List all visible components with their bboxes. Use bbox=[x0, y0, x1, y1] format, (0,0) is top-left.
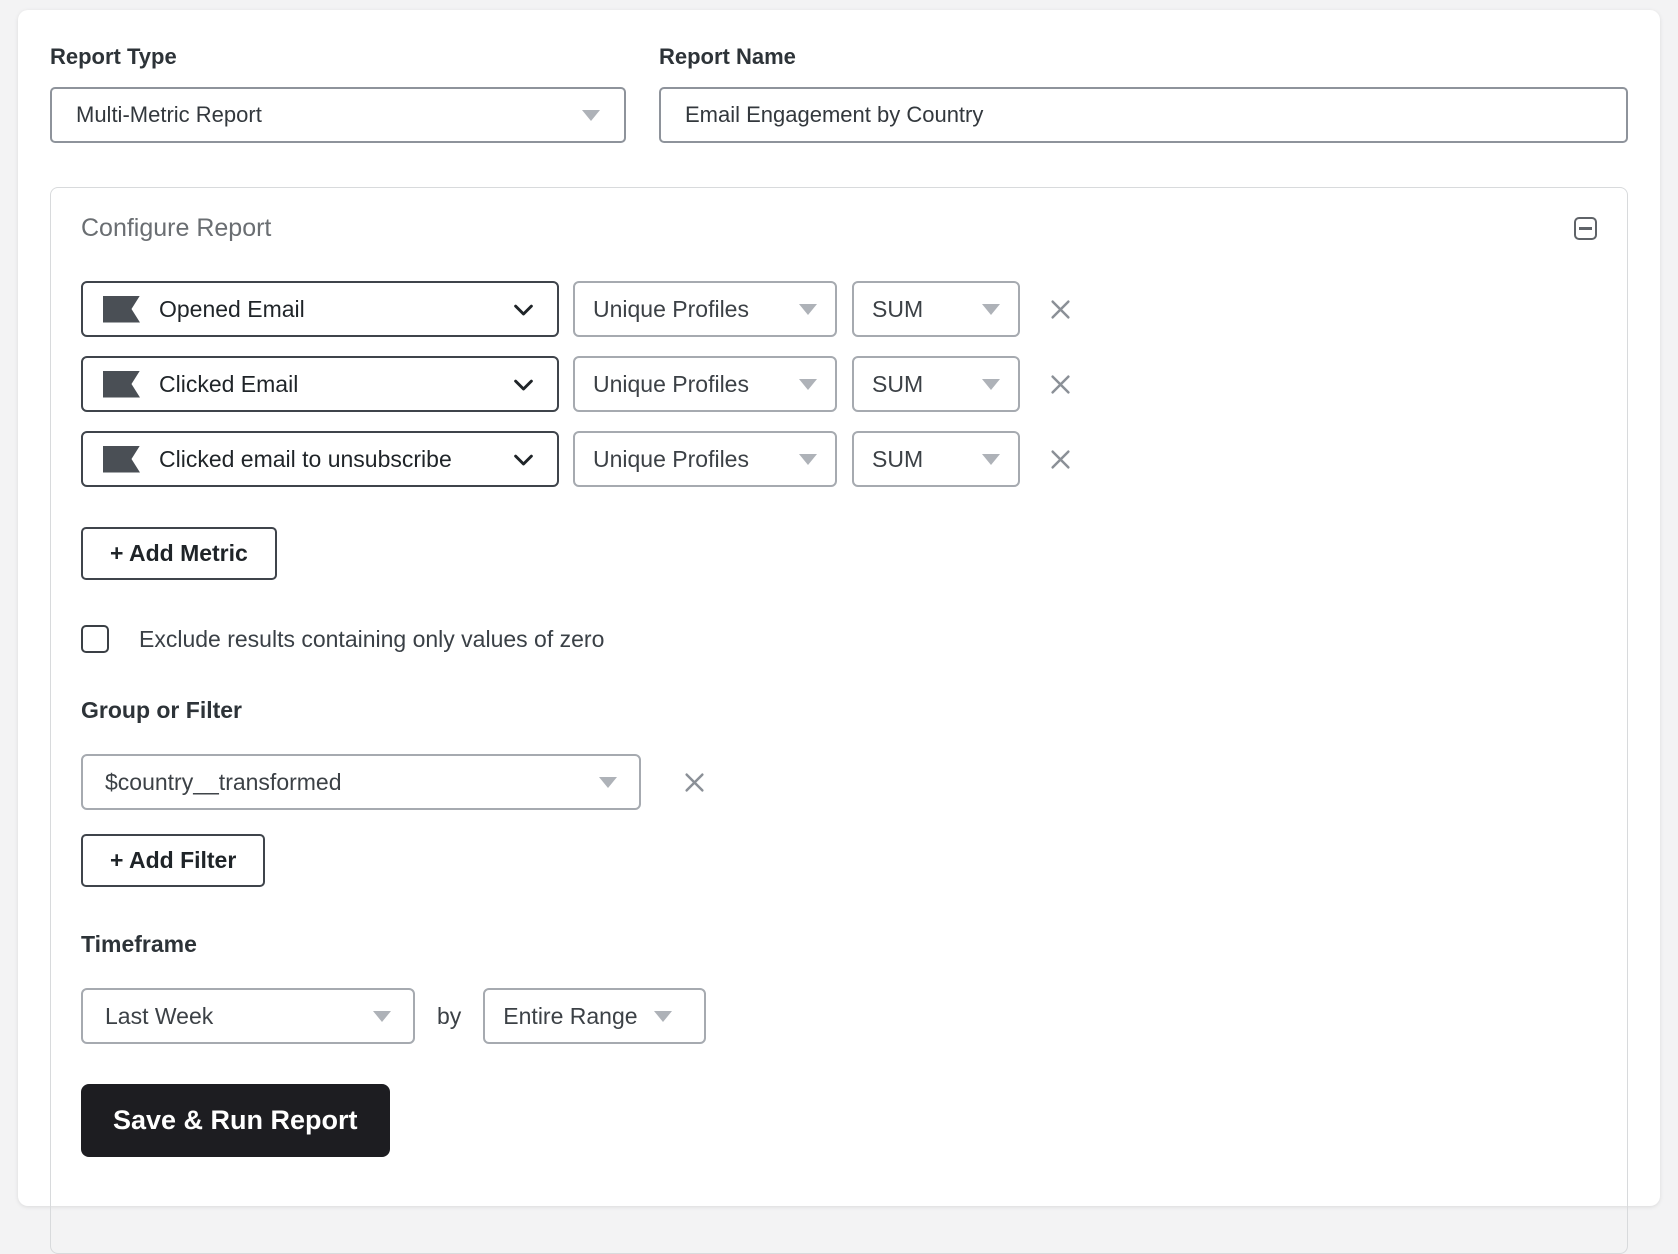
caret-down-icon bbox=[799, 378, 817, 390]
configure-header: Configure Report bbox=[81, 214, 1597, 243]
measurement-value: Unique Profiles bbox=[593, 295, 749, 322]
chevron-down-icon bbox=[514, 379, 533, 390]
caret-down-icon bbox=[582, 109, 600, 121]
timeframe-label: Timeframe bbox=[81, 931, 197, 957]
metric-select[interactable]: Opened Email bbox=[81, 281, 559, 337]
report-builder-card: Report Type Multi-Metric Report Report N… bbox=[18, 10, 1660, 1254]
metric-flag-icon bbox=[103, 370, 140, 398]
aggregation-select[interactable]: SUM bbox=[852, 431, 1020, 487]
caret-down-icon bbox=[799, 303, 817, 315]
caret-down-icon bbox=[373, 1010, 391, 1022]
save-run-report-button[interactable]: Save & Run Report bbox=[81, 1084, 390, 1157]
configure-report-section: Configure Report Opened Email Unique Pro… bbox=[50, 187, 1628, 1254]
timeframe-range-select[interactable]: Last Week bbox=[81, 988, 415, 1044]
remove-filter-icon[interactable] bbox=[681, 769, 708, 796]
collapse-section-icon[interactable] bbox=[1574, 217, 1597, 240]
caret-down-icon bbox=[599, 776, 617, 788]
aggregation-select[interactable]: SUM bbox=[852, 356, 1020, 412]
exclude-zero-row: Exclude results containing only values o… bbox=[81, 625, 1597, 653]
report-name-field: Report Name bbox=[659, 44, 1628, 143]
remove-metric-icon[interactable] bbox=[1047, 371, 1074, 398]
aggregation-value: SUM bbox=[872, 295, 924, 322]
aggregation-select[interactable]: SUM bbox=[852, 281, 1020, 337]
report-name-label: Report Name bbox=[659, 44, 796, 69]
group-or-filter-label: Group or Filter bbox=[81, 697, 242, 723]
report-type-field: Report Type Multi-Metric Report bbox=[50, 44, 626, 143]
caret-down-icon bbox=[982, 303, 1000, 315]
metric-flag-icon bbox=[103, 445, 140, 473]
chevron-down-icon bbox=[514, 304, 533, 315]
group-filter-select[interactable]: $country__transformed bbox=[81, 754, 641, 810]
metric-name: Clicked email to unsubscribe bbox=[159, 445, 452, 472]
aggregation-value: SUM bbox=[872, 370, 924, 397]
metric-list: Opened Email Unique Profiles SUM Clicked bbox=[81, 281, 1597, 487]
timeframe-granularity-value: Entire Range bbox=[503, 1002, 638, 1029]
report-type-value: Multi-Metric Report bbox=[76, 102, 262, 127]
report-type-select[interactable]: Multi-Metric Report bbox=[50, 87, 626, 143]
add-filter-button[interactable]: + Add Filter bbox=[81, 834, 266, 887]
report-name-input[interactable] bbox=[659, 87, 1628, 143]
metric-select[interactable]: Clicked Email bbox=[81, 356, 559, 412]
measurement-select[interactable]: Unique Profiles bbox=[573, 356, 837, 412]
metric-flag-icon bbox=[103, 295, 140, 323]
remove-metric-icon[interactable] bbox=[1047, 296, 1074, 323]
metric-name: Clicked Email bbox=[159, 370, 299, 397]
timeframe-range-value: Last Week bbox=[105, 1002, 214, 1029]
metric-row: Opened Email Unique Profiles SUM bbox=[81, 281, 1597, 337]
timeframe-granularity-select[interactable]: Entire Range bbox=[483, 988, 707, 1044]
aggregation-value: SUM bbox=[872, 445, 924, 472]
caret-down-icon bbox=[799, 453, 817, 465]
metric-name: Opened Email bbox=[159, 295, 305, 322]
remove-metric-icon[interactable] bbox=[1047, 446, 1074, 473]
measurement-select[interactable]: Unique Profiles bbox=[573, 281, 837, 337]
caret-down-icon bbox=[653, 1010, 672, 1022]
timeframe-row: Last Week by Entire Range bbox=[81, 988, 1597, 1044]
add-metric-button[interactable]: + Add Metric bbox=[81, 527, 277, 580]
measurement-value: Unique Profiles bbox=[593, 445, 749, 472]
exclude-zero-label: Exclude results containing only values o… bbox=[139, 625, 605, 652]
group-filter-row: $country__transformed bbox=[81, 754, 1597, 810]
report-type-label: Report Type bbox=[50, 44, 177, 69]
caret-down-icon bbox=[982, 453, 1000, 465]
configure-title: Configure Report bbox=[81, 214, 272, 242]
group-filter-value: $country__transformed bbox=[105, 768, 342, 795]
caret-down-icon bbox=[982, 378, 1000, 390]
chevron-down-icon bbox=[514, 454, 533, 465]
timeframe-by-label: by bbox=[437, 1002, 462, 1029]
metric-select[interactable]: Clicked email to unsubscribe bbox=[81, 431, 559, 487]
measurement-value: Unique Profiles bbox=[593, 370, 749, 397]
measurement-select[interactable]: Unique Profiles bbox=[573, 431, 837, 487]
report-header-row: Report Type Multi-Metric Report Report N… bbox=[50, 44, 1628, 143]
metric-row: Clicked Email Unique Profiles SUM bbox=[81, 356, 1597, 412]
exclude-zero-checkbox[interactable] bbox=[81, 625, 109, 653]
metric-row: Clicked email to unsubscribe Unique Prof… bbox=[81, 431, 1597, 487]
